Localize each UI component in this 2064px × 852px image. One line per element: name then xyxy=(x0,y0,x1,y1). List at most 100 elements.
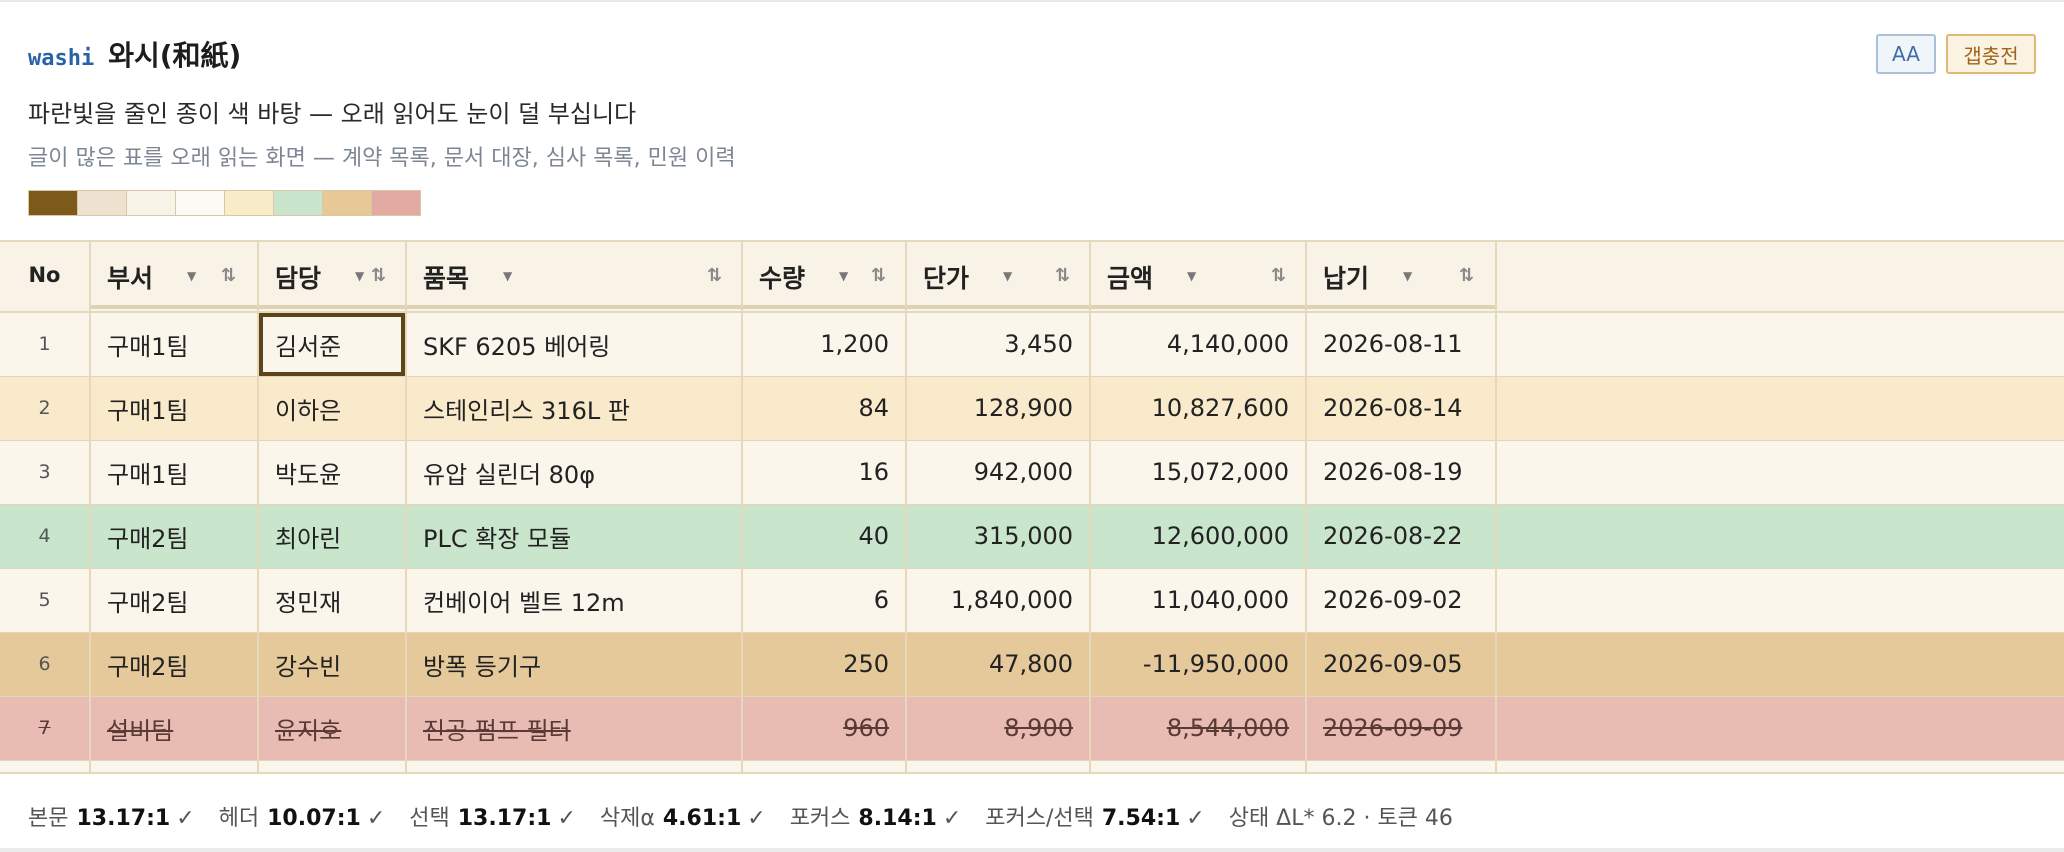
cell-no[interactable]: 3 xyxy=(0,440,91,505)
column-header-no[interactable]: No xyxy=(0,242,91,313)
cell-item[interactable]: 진공 펌프 필터 xyxy=(406,696,743,761)
cell-qty[interactable]: 250 xyxy=(742,632,907,697)
table-row[interactable]: 4 구매2팀 최아린 PLC 확장 모듈 40 315,000 12,600,000 2026… xyxy=(0,504,2064,569)
font-size-button[interactable]: AA xyxy=(1876,34,1936,74)
column-header-due[interactable]: 납기 ▼ ⇅ xyxy=(1306,242,1497,313)
cell-due[interactable]: 2026-09-02 xyxy=(1306,568,1497,633)
cell-dept[interactable]: 설비팀 xyxy=(90,696,259,761)
cell-owner[interactable]: 강수빈 xyxy=(258,632,407,697)
table-row[interactable]: 6 구매2팀 강수빈 방폭 등기구 250 47,800 -11,950,000 2026-0… xyxy=(0,632,2064,697)
sort-icon[interactable]: ⇅ xyxy=(1271,265,1286,286)
table-row[interactable]: 1 구매1팀 김서준 SKF 6205 베어링 1,200 3,450 4,140,000 2… xyxy=(0,312,2064,377)
column-underline xyxy=(907,305,1089,309)
cell-item[interactable]: 유압 실린더 80φ xyxy=(406,440,743,505)
column-header-item[interactable]: 품목 ▼ ⇅ xyxy=(406,242,743,313)
cell-no[interactable]: 4 xyxy=(0,504,91,569)
column-header-amount[interactable]: 금액 ▼ ⇅ xyxy=(1090,242,1307,313)
cell-price[interactable]: 1,840,000 xyxy=(906,568,1091,633)
cell-no[interactable] xyxy=(0,760,91,772)
column-header-price[interactable]: 단가 ▼ ⇅ xyxy=(906,242,1091,313)
column-header-owner[interactable]: 담당 ▼ ⇅ xyxy=(258,242,407,313)
cell-due[interactable] xyxy=(1306,760,1497,772)
cell-amount[interactable] xyxy=(1090,760,1307,772)
cell-owner-focused[interactable]: 김서준 xyxy=(258,312,407,377)
filter-caret-icon[interactable]: ▼ xyxy=(1187,269,1196,283)
cell-owner[interactable]: 이하은 xyxy=(258,376,407,441)
cell-price[interactable]: 315,000 xyxy=(906,504,1091,569)
cell-item[interactable] xyxy=(406,760,743,772)
cell-price[interactable]: 128,900 xyxy=(906,376,1091,441)
cell-due[interactable]: 2026-08-22 xyxy=(1306,504,1497,569)
filter-caret-icon[interactable]: ▼ xyxy=(355,269,364,283)
cell-price[interactable]: 3,450 xyxy=(906,312,1091,377)
cell-qty[interactable] xyxy=(742,760,907,772)
cell-item[interactable]: 스테인리스 316L 판 xyxy=(406,376,743,441)
table-row[interactable]: 2 구매1팀 이하은 스테인리스 316L 판 84 128,900 10,827,600 2… xyxy=(0,376,2064,441)
cell-no[interactable]: 7 xyxy=(0,696,91,761)
cell-owner[interactable]: 정민재 xyxy=(258,568,407,633)
sort-icon[interactable]: ⇅ xyxy=(1459,265,1474,286)
cell-due[interactable]: 2026-08-11 xyxy=(1306,312,1497,377)
sort-icon[interactable]: ⇅ xyxy=(1055,265,1070,286)
cell-dept[interactable]: 구매2팀 xyxy=(90,632,259,697)
cell-due[interactable]: 2026-09-05 xyxy=(1306,632,1497,697)
cell-dept[interactable]: 구매1팀 xyxy=(90,312,259,377)
cell-owner[interactable]: 박도윤 xyxy=(258,440,407,505)
cell-due[interactable]: 2026-08-19 xyxy=(1306,440,1497,505)
cell-no[interactable]: 2 xyxy=(0,376,91,441)
filter-caret-icon[interactable]: ▼ xyxy=(187,269,196,283)
filter-caret-icon[interactable]: ▼ xyxy=(1403,269,1412,283)
cell-item[interactable]: PLC 확장 모듈 xyxy=(406,504,743,569)
cell-owner[interactable]: 윤지호 xyxy=(258,696,407,761)
cell-amount[interactable]: 8,544,000 xyxy=(1090,696,1307,761)
cell-amount[interactable]: -11,950,000 xyxy=(1090,632,1307,697)
cell-amount[interactable]: 15,072,000 xyxy=(1090,440,1307,505)
cell-qty[interactable]: 40 xyxy=(742,504,907,569)
cell-item[interactable]: 방폭 등기구 xyxy=(406,632,743,697)
cell-amount[interactable]: 4,140,000 xyxy=(1090,312,1307,377)
cell-dept[interactable]: 구매1팀 xyxy=(90,376,259,441)
sort-icon[interactable]: ⇅ xyxy=(371,265,386,286)
cell-qty[interactable]: 1,200 xyxy=(742,312,907,377)
column-header-dept[interactable]: 부서 ▼ ⇅ xyxy=(90,242,259,313)
table-row[interactable]: 7 설비팀 윤지호 진공 펌프 필터 960 8,900 8,544,000 2026-09-… xyxy=(0,696,2064,761)
cell-price[interactable]: 8,900 xyxy=(906,696,1091,761)
cell-price[interactable]: 942,000 xyxy=(906,440,1091,505)
cell-dept[interactable]: 구매2팀 xyxy=(90,504,259,569)
cell-dept[interactable]: 구매2팀 xyxy=(90,568,259,633)
column-header-qty[interactable]: 수량 ▼ ⇅ xyxy=(742,242,907,313)
stat-label: 포커스/선택 xyxy=(985,806,1094,831)
cell-qty[interactable]: 6 xyxy=(742,568,907,633)
table-row[interactable]: 3 구매1팀 박도윤 유압 실린더 80φ 16 942,000 15,072,000 202… xyxy=(0,440,2064,505)
table-row[interactable] xyxy=(0,760,2064,772)
sort-icon[interactable]: ⇅ xyxy=(707,265,722,286)
cell-amount[interactable]: 10,827,600 xyxy=(1090,376,1307,441)
cell-due[interactable]: 2026-09-09 xyxy=(1306,696,1497,761)
cell-item[interactable]: 컨베이어 벨트 12m xyxy=(406,568,743,633)
cell-item[interactable]: SKF 6205 베어링 xyxy=(406,312,743,377)
cell-owner[interactable] xyxy=(258,760,407,772)
cell-qty[interactable]: 16 xyxy=(742,440,907,505)
cell-qty[interactable]: 960 xyxy=(742,696,907,761)
contrast-stats: 본문 13.17:1 ✓ 헤더 10.07:1 ✓ 선택 13.17:1 ✓ 삭제α 4.61:1 ✓… xyxy=(28,800,1453,832)
sort-icon[interactable]: ⇅ xyxy=(221,265,236,286)
filter-caret-icon[interactable]: ▼ xyxy=(1003,269,1012,283)
cell-owner[interactable]: 최아린 xyxy=(258,504,407,569)
cell-qty[interactable]: 84 xyxy=(742,376,907,441)
palette-swatch xyxy=(126,190,176,216)
filter-caret-icon[interactable]: ▼ xyxy=(503,269,512,283)
sort-icon[interactable]: ⇅ xyxy=(871,265,886,286)
cell-dept[interactable]: 구매1팀 xyxy=(90,440,259,505)
cell-dept[interactable] xyxy=(90,760,259,772)
cell-no[interactable]: 5 xyxy=(0,568,91,633)
cell-due[interactable]: 2026-08-14 xyxy=(1306,376,1497,441)
filter-caret-icon[interactable]: ▼ xyxy=(839,269,848,283)
cell-no[interactable]: 1 xyxy=(0,312,91,377)
cell-price[interactable] xyxy=(906,760,1091,772)
cell-no[interactable]: 6 xyxy=(0,632,91,697)
table-row[interactable]: 5 구매2팀 정민재 컨베이어 벨트 12m 6 1,840,000 11,040,000 2… xyxy=(0,568,2064,633)
cell-amount[interactable]: 12,600,000 xyxy=(1090,504,1307,569)
cell-amount[interactable]: 11,040,000 xyxy=(1090,568,1307,633)
gap-fill-button[interactable]: 갭충전 xyxy=(1946,34,2036,74)
cell-price[interactable]: 47,800 xyxy=(906,632,1091,697)
